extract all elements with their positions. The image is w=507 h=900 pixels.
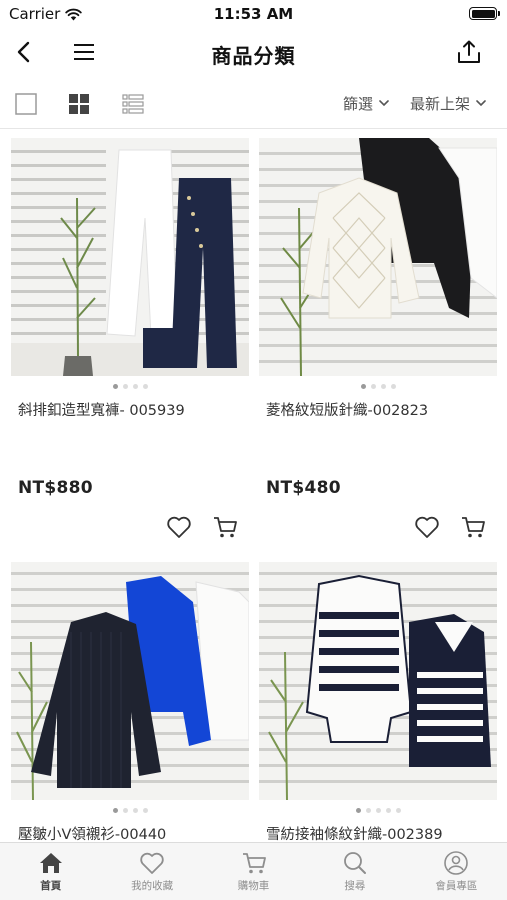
product-name[interactable]: 菱格紋短版針織-002823 [259,402,497,420]
tab-label: 首頁 [40,880,62,892]
tab-member[interactable]: 會員專區 [406,843,507,900]
product-price: NT$880 [18,478,93,498]
favorite-button[interactable] [165,513,193,541]
single-column-view-button[interactable] [14,92,38,116]
share-icon [458,40,480,63]
sort-label: 最新上架 [410,95,471,113]
grid-icon [69,94,89,114]
favorite-button[interactable] [413,513,441,541]
pagination-dot[interactable] [370,384,376,389]
battery-icon [469,7,500,20]
product-name[interactable]: 雪紡接袖條紋針織-002389 [259,826,497,842]
tab-cart[interactable]: 購物車 [203,843,304,900]
cart-icon [462,517,485,538]
tab-label: 購物車 [237,880,270,892]
product-photo-pants [11,138,249,376]
product-photo-cardigan [259,562,497,800]
card-actions [413,513,487,541]
product-image[interactable] [259,562,497,800]
filter-dropdown[interactable]: 篩選 [343,93,389,114]
pagination-dot[interactable] [142,384,148,389]
product-price: NT$480 [266,478,341,498]
pagination-dot[interactable] [132,808,138,813]
list-view-button[interactable] [121,92,145,116]
pagination-dot[interactable] [395,808,401,813]
list-icon [122,94,144,114]
product-photo-knit [259,138,497,376]
image-pagination [259,384,497,390]
image-pagination [259,808,497,814]
product-image[interactable] [11,562,249,800]
heart-icon [415,516,439,538]
product-grid: 斜排釦造型寬褲- 005939 NT$880 菱格紋短版針織-002823 NT… [0,130,507,842]
product-photo-shirts [11,562,249,800]
heart-icon [167,516,191,538]
product-card[interactable]: 壓皺小V領襯衫-00440 [11,562,249,842]
pagination-dot[interactable] [385,808,391,813]
view-toolbar: 篩選 最新上架 [0,84,507,124]
pagination-dot[interactable] [142,808,148,813]
pagination-dot[interactable] [122,808,128,813]
user-icon [444,851,469,875]
grid-view-button[interactable] [67,92,91,116]
pagination-dot[interactable] [355,808,361,813]
toolbar-divider [0,128,507,129]
product-name[interactable]: 壓皺小V領襯衫-00440 [11,826,249,842]
product-card[interactable]: 雪紡接袖條紋針織-002389 [259,562,497,842]
clock: 11:53 AM [213,5,294,23]
tab-label: 我的收藏 [131,880,174,892]
product-name[interactable]: 斜排釦造型寬褲- 005939 [11,402,249,420]
cart-icon [214,517,237,538]
product-image[interactable] [11,138,249,376]
tab-home[interactable]: 首頁 [0,843,101,900]
tab-label: 會員專區 [435,880,478,892]
sort-dropdown[interactable]: 最新上架 [410,93,486,114]
product-card[interactable]: 斜排釦造型寬褲- 005939 NT$880 [11,138,249,538]
single-column-icon [15,93,37,115]
pagination-dot[interactable] [132,384,138,389]
pagination-dot[interactable] [112,384,118,389]
pagination-dot[interactable] [390,384,396,389]
pagination-dot[interactable] [375,808,381,813]
image-pagination [11,808,249,814]
heart-icon [140,852,164,874]
pagination-dot[interactable] [365,808,371,813]
tab-favorites[interactable]: 我的收藏 [101,843,202,900]
pagination-dot[interactable] [360,384,366,389]
add-to-cart-button[interactable] [211,513,239,541]
chevron-down-icon [379,100,389,107]
share-button[interactable] [453,36,485,68]
add-to-cart-button[interactable] [459,513,487,541]
tab-search[interactable]: 搜尋 [304,843,405,900]
bottom-tab-bar: 首頁 我的收藏 購物車 搜尋 會員專區 [0,842,507,900]
card-actions [165,513,239,541]
chevron-down-icon [476,100,486,107]
product-card[interactable]: 菱格紋短版針織-002823 NT$480 [259,138,497,538]
nav-bar: 商品分類 [0,28,507,76]
product-image[interactable] [259,138,497,376]
status-bar: Carrier 11:53 AM [0,0,507,28]
search-icon [344,852,366,874]
tab-label: 搜尋 [344,880,366,892]
page-title: 商品分類 [211,44,296,68]
home-icon [39,853,62,873]
pagination-dot[interactable] [380,384,386,389]
image-pagination [11,384,249,390]
pagination-dot[interactable] [112,808,118,813]
pagination-dot[interactable] [122,384,128,389]
filter-label: 篩選 [343,95,374,113]
cart-icon [242,853,266,874]
